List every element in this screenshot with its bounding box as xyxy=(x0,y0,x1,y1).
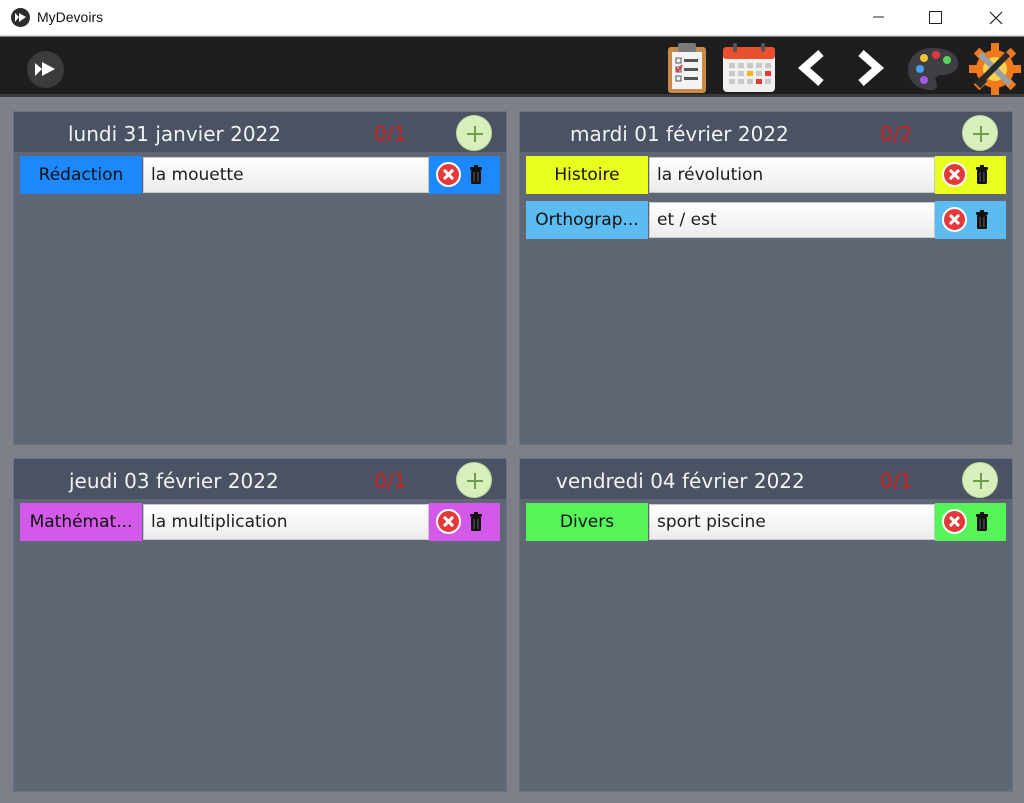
window-titlebar: MyDevoirs xyxy=(0,0,1024,36)
settings-gear-icon[interactable] xyxy=(968,42,1022,100)
task-text-input[interactable] xyxy=(649,202,935,238)
day-header: jeudi 03 février 2022 0/1 xyxy=(14,459,506,499)
task-actions xyxy=(935,156,1006,194)
task-text-input[interactable] xyxy=(649,504,935,540)
task-row: Mathémat... xyxy=(20,503,500,541)
task-count: 0/1 xyxy=(374,122,407,146)
day-title: lundi 31 janvier 2022 xyxy=(68,122,281,146)
day-panel: mardi 01 février 2022 0/2 Histoire Orthogra… xyxy=(519,111,1013,445)
task-text-input[interactable] xyxy=(143,504,429,540)
task-actions xyxy=(935,201,1006,239)
close-window-button[interactable] xyxy=(972,0,1018,34)
day-header: lundi 31 janvier 2022 0/1 xyxy=(14,112,506,152)
task-row: Histoire xyxy=(526,156,1006,194)
cancel-task-icon[interactable] xyxy=(942,162,967,187)
task-text-input[interactable] xyxy=(649,157,935,193)
task-row: Divers xyxy=(526,503,1006,541)
task-count: 0/1 xyxy=(374,469,407,493)
app-logo-icon xyxy=(11,8,30,27)
subject-label[interactable]: Mathémat... xyxy=(20,503,142,541)
subject-label[interactable]: Orthograp... xyxy=(526,201,648,239)
trash-icon[interactable] xyxy=(975,512,989,536)
cancel-task-icon[interactable] xyxy=(436,162,461,187)
trash-icon[interactable] xyxy=(975,165,989,189)
window-title: MyDevoirs xyxy=(37,9,104,25)
subject-label[interactable]: Histoire xyxy=(526,156,648,194)
kivy-logo-icon xyxy=(27,51,64,88)
day-panel: vendredi 04 février 2022 0/1 Divers xyxy=(519,458,1013,792)
task-actions xyxy=(935,503,1006,541)
task-text-input[interactable] xyxy=(143,157,429,193)
clipboard-checklist-icon[interactable] xyxy=(665,42,709,98)
palette-icon[interactable] xyxy=(907,46,959,96)
trash-icon[interactable] xyxy=(975,210,989,234)
day-header: mardi 01 février 2022 0/2 xyxy=(520,112,1012,152)
task-row: Rédaction xyxy=(20,156,500,194)
task-row: Orthograp... xyxy=(526,201,1006,239)
day-panel: lundi 31 janvier 2022 0/1 Rédaction xyxy=(13,111,507,445)
maximize-button[interactable] xyxy=(912,0,958,34)
subject-label[interactable]: Rédaction xyxy=(20,156,142,194)
minimize-button[interactable] xyxy=(856,0,902,34)
cancel-task-icon[interactable] xyxy=(436,509,461,534)
add-task-button[interactable] xyxy=(962,462,998,498)
add-task-button[interactable] xyxy=(962,115,998,151)
cancel-task-icon[interactable] xyxy=(942,509,967,534)
day-title: jeudi 03 février 2022 xyxy=(69,469,279,493)
day-header: vendredi 04 février 2022 0/1 xyxy=(520,459,1012,499)
toolbar xyxy=(0,37,1024,97)
calendar-icon[interactable] xyxy=(722,43,776,97)
task-actions xyxy=(429,503,500,541)
day-title: vendredi 04 février 2022 xyxy=(556,469,805,493)
add-task-button[interactable] xyxy=(456,462,492,498)
chevron-right-icon[interactable] xyxy=(855,50,887,90)
task-count: 0/1 xyxy=(880,469,913,493)
cancel-task-icon[interactable] xyxy=(942,207,967,232)
day-title: mardi 01 février 2022 xyxy=(570,122,789,146)
trash-icon[interactable] xyxy=(469,512,483,536)
chevron-left-icon[interactable] xyxy=(795,50,827,90)
add-task-button[interactable] xyxy=(456,115,492,151)
trash-icon[interactable] xyxy=(469,165,483,189)
day-panel: jeudi 03 février 2022 0/1 Mathémat... xyxy=(13,458,507,792)
subject-label[interactable]: Divers xyxy=(526,503,648,541)
task-actions xyxy=(429,156,500,194)
task-count: 0/2 xyxy=(880,122,913,146)
